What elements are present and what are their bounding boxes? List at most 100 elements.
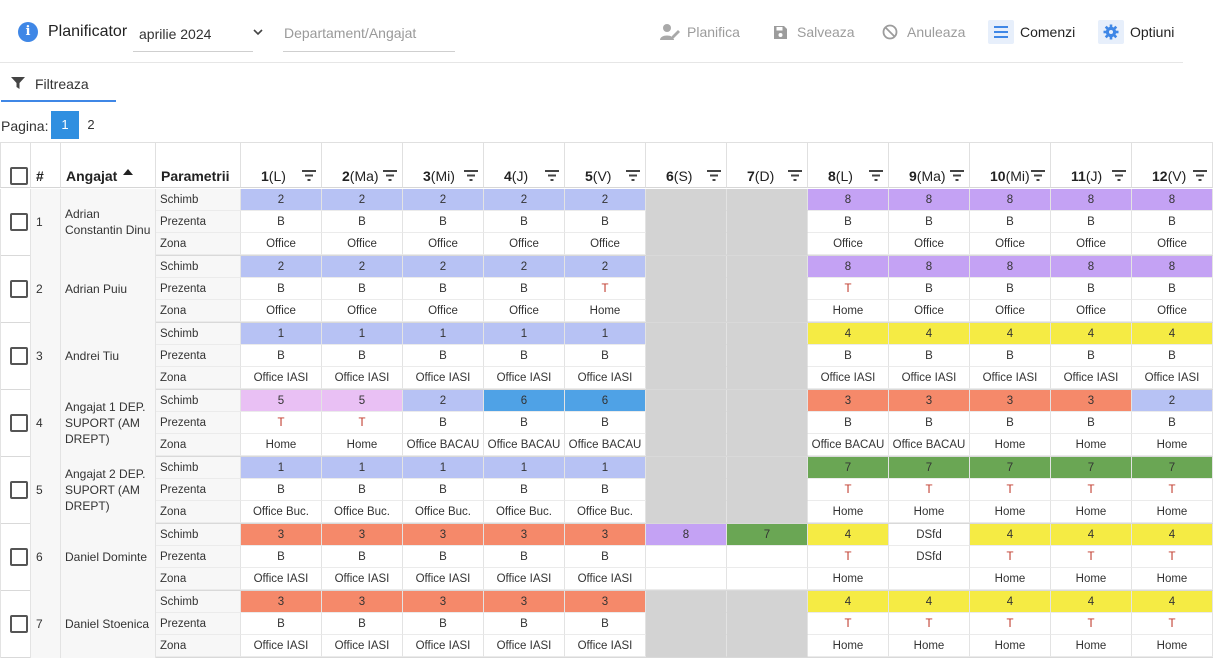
day-column-header[interactable]: 2(Ma) [322,142,403,188]
shift-cell[interactable]: 1 [241,323,322,345]
presence-cell[interactable] [727,211,808,233]
day-column-header[interactable]: 10(Mi) [970,142,1051,188]
presence-cell[interactable]: T [889,613,970,635]
zone-cell[interactable] [646,568,727,590]
presence-cell[interactable]: B [970,278,1051,300]
shift-cell[interactable]: 3 [403,591,484,613]
presence-cell[interactable]: B [889,211,970,233]
shift-cell[interactable]: 1 [241,457,322,479]
zone-cell[interactable]: Home [1051,434,1132,456]
shift-cell[interactable]: 3 [565,524,646,546]
presence-cell[interactable]: B [403,412,484,434]
presence-cell[interactable]: T [1132,546,1213,568]
page-2-button[interactable]: 2 [77,111,105,139]
shift-cell[interactable]: 3 [241,591,322,613]
zone-cell[interactable]: Home [808,300,889,322]
presence-cell[interactable]: T [889,479,970,501]
row-checkbox[interactable] [10,414,28,432]
presence-cell[interactable]: B [1132,278,1213,300]
zone-cell[interactable]: Office [1132,233,1213,255]
employee-header[interactable]: Angajat [61,142,156,188]
zone-cell[interactable]: Office [241,300,322,322]
presence-cell[interactable]: B [241,345,322,367]
presence-cell[interactable]: T [322,412,403,434]
shift-cell[interactable]: 3 [484,524,565,546]
row-checkbox[interactable] [10,280,28,298]
zone-cell[interactable]: Office [484,300,565,322]
zone-cell[interactable] [646,635,727,657]
presence-cell[interactable]: B [889,412,970,434]
presence-cell[interactable]: B [322,546,403,568]
zone-cell[interactable]: Home [970,501,1051,523]
shift-cell[interactable]: 4 [970,524,1051,546]
shift-cell[interactable]: 1 [565,457,646,479]
presence-cell[interactable]: B [1051,345,1132,367]
presence-cell[interactable] [727,479,808,501]
shift-cell[interactable]: 1 [484,323,565,345]
presence-cell[interactable]: B [322,278,403,300]
zone-cell[interactable] [889,568,970,590]
shift-cell[interactable]: 3 [484,591,565,613]
presence-cell[interactable]: B [565,479,646,501]
presence-cell[interactable] [646,613,727,635]
zone-cell[interactable]: Office [970,300,1051,322]
zone-cell[interactable]: Office [970,233,1051,255]
presence-cell[interactable]: B [484,345,565,367]
shift-cell[interactable]: 8 [1132,189,1213,211]
shift-cell[interactable]: 8 [889,256,970,278]
zone-cell[interactable]: Office IASI [403,367,484,389]
shift-cell[interactable]: DSfd [889,524,970,546]
shift-cell[interactable]: 8 [970,256,1051,278]
presence-cell[interactable]: B [403,211,484,233]
zone-cell[interactable]: Office [1132,300,1213,322]
column-filter-icon[interactable] [383,170,397,181]
shift-cell[interactable]: 4 [808,524,889,546]
shift-cell[interactable]: 1 [322,457,403,479]
zone-cell[interactable]: Home [1051,501,1132,523]
zone-cell[interactable]: Home [322,434,403,456]
presence-cell[interactable] [727,278,808,300]
shift-cell[interactable]: 2 [241,256,322,278]
day-column-header[interactable]: 12(V) [1132,142,1213,188]
presence-cell[interactable]: B [484,412,565,434]
presence-cell[interactable]: B [565,412,646,434]
zone-cell[interactable]: Home [1132,434,1213,456]
presence-cell[interactable]: B [322,345,403,367]
day-column-header[interactable]: 9(Ma) [889,142,970,188]
shift-cell[interactable]: 4 [889,323,970,345]
row-checkbox[interactable] [10,548,28,566]
zone-cell[interactable]: Office IASI [484,635,565,657]
zone-cell[interactable] [646,367,727,389]
shift-cell[interactable]: 7 [1051,457,1132,479]
zone-cell[interactable]: Home [565,300,646,322]
zone-cell[interactable]: Office IASI [484,568,565,590]
presence-cell[interactable]: B [970,412,1051,434]
shift-cell[interactable]: 4 [1051,591,1132,613]
shift-cell[interactable]: 4 [808,591,889,613]
presence-cell[interactable]: B [484,546,565,568]
presence-cell[interactable]: T [241,412,322,434]
column-filter-icon[interactable] [626,170,640,181]
zone-cell[interactable]: Home [241,434,322,456]
presence-cell[interactable]: B [403,278,484,300]
shift-cell[interactable]: 4 [1051,524,1132,546]
presence-cell[interactable]: B [322,479,403,501]
shift-cell[interactable]: 7 [808,457,889,479]
presence-cell[interactable]: B [889,345,970,367]
zone-cell[interactable]: Office [565,233,646,255]
zone-cell[interactable]: Office BACAU [484,434,565,456]
zone-cell[interactable]: Office [322,300,403,322]
shift-cell[interactable]: 2 [403,256,484,278]
presence-cell[interactable]: B [1051,211,1132,233]
presence-cell[interactable] [646,278,727,300]
shift-cell[interactable] [646,390,727,412]
presence-cell[interactable]: B [484,211,565,233]
zone-cell[interactable]: Office IASI [403,635,484,657]
presence-cell[interactable] [727,345,808,367]
info-icon[interactable]: i [18,22,38,42]
zone-cell[interactable]: Home [889,635,970,657]
presence-cell[interactable]: DSfd [889,546,970,568]
shift-cell[interactable] [646,189,727,211]
zone-cell[interactable]: Office IASI [322,635,403,657]
zone-cell[interactable] [727,367,808,389]
